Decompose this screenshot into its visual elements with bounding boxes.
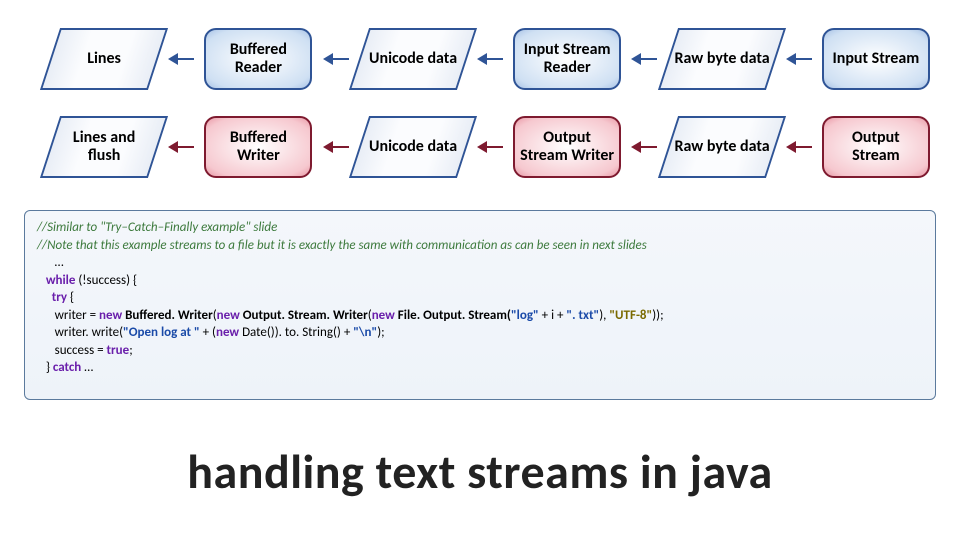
page-title: handling text streams in java [0,442,960,501]
node-label: Input Stream Reader [519,41,615,76]
arrow-icon [323,28,349,90]
code-keyword-while: while [46,273,76,288]
arrow-icon [477,116,503,178]
arrow-icon [631,28,657,90]
code-string: "\n" [353,325,377,340]
code-text: ; [129,343,132,358]
flow-row-input: Lines Buffered Reader Unicode data Input… [50,24,930,94]
node-buffered-writer: Buffered Writer [204,116,312,178]
node-label: Buffered Reader [210,41,306,76]
code-keyword-new: new [216,325,239,340]
code-text: ), [599,308,609,323]
arrow-icon [786,116,812,178]
code-comment: //Similar to "Try–Catch–Finally example"… [37,220,277,235]
code-keyword-new: new [372,308,395,323]
arrow-icon [168,28,194,90]
node-output-stream-writer: Output Stream Writer [513,116,621,178]
node-label: Raw byte data [674,50,770,68]
code-text: + i + [539,308,567,323]
code-string: "log" [511,308,539,323]
code-ellipsis: … [81,360,93,375]
node-label: Input Stream [832,50,919,68]
code-text: } [37,360,53,375]
code-string: "UTF-8" [609,308,652,323]
node-label: Buffered Writer [210,129,306,164]
node-label: Raw byte data [674,138,770,156]
arrow-icon [631,116,657,178]
node-raw-byte-data-in: Raw byte data [657,28,785,90]
node-label: Output Stream Writer [519,129,615,164]
code-ellipsis: … [55,255,64,270]
node-label: Output Stream [828,129,924,164]
code-keyword-new: new [217,308,240,323]
code-text: { [67,290,74,305]
code-keyword-true: true [107,343,130,358]
node-input-stream-reader: Input Stream Reader [513,28,621,90]
node-lines-flush: Lines and flush [40,116,168,178]
node-input-stream: Input Stream [822,28,930,90]
code-panel: //Similar to "Try–Catch–Finally example"… [24,210,936,400]
code-text: )); [652,308,663,323]
node-label: Lines and flush [56,129,152,164]
code-class-bw: Buffered. Writer [125,308,213,323]
code-text: success = [37,343,107,358]
node-label: Unicode data [365,138,461,156]
flows-area: Lines Buffered Reader Unicode data Input… [50,24,930,200]
code-text: Date()). to. String() + [239,325,353,340]
arrow-icon [168,116,194,178]
node-buffered-reader: Buffered Reader [204,28,312,90]
code-class-osw: Output. Stream. Writer [243,308,368,323]
code-keyword-catch: catch [53,360,81,375]
node-raw-byte-data-out: Raw byte data [657,116,785,178]
code-string: ". txt" [566,308,599,323]
code-text: writer = [37,308,99,323]
code-text: (!success) { [75,273,137,288]
arrow-icon [786,28,812,90]
node-unicode-data-in: Unicode data [349,28,477,90]
code-text: + ( [200,325,216,340]
code-comment: //Note that this example streams to a fi… [37,238,647,253]
code-keyword-new: new [99,308,122,323]
code-string: "Open log at " [123,325,200,340]
code-text: ); [377,325,384,340]
node-lines: Lines [40,28,168,90]
arrow-icon [477,28,503,90]
node-output-stream: Output Stream [822,116,930,178]
node-label: Unicode data [365,50,461,68]
code-keyword-try: try [52,290,67,305]
arrow-icon [323,116,349,178]
code-text: writer. write( [37,325,123,340]
flow-row-output: Lines and flush Buffered Writer Unicode … [50,112,930,182]
code-class-fos: File. Output. Stream( [398,308,511,323]
node-label: Lines [56,50,152,68]
node-unicode-data-out: Unicode data [349,116,477,178]
